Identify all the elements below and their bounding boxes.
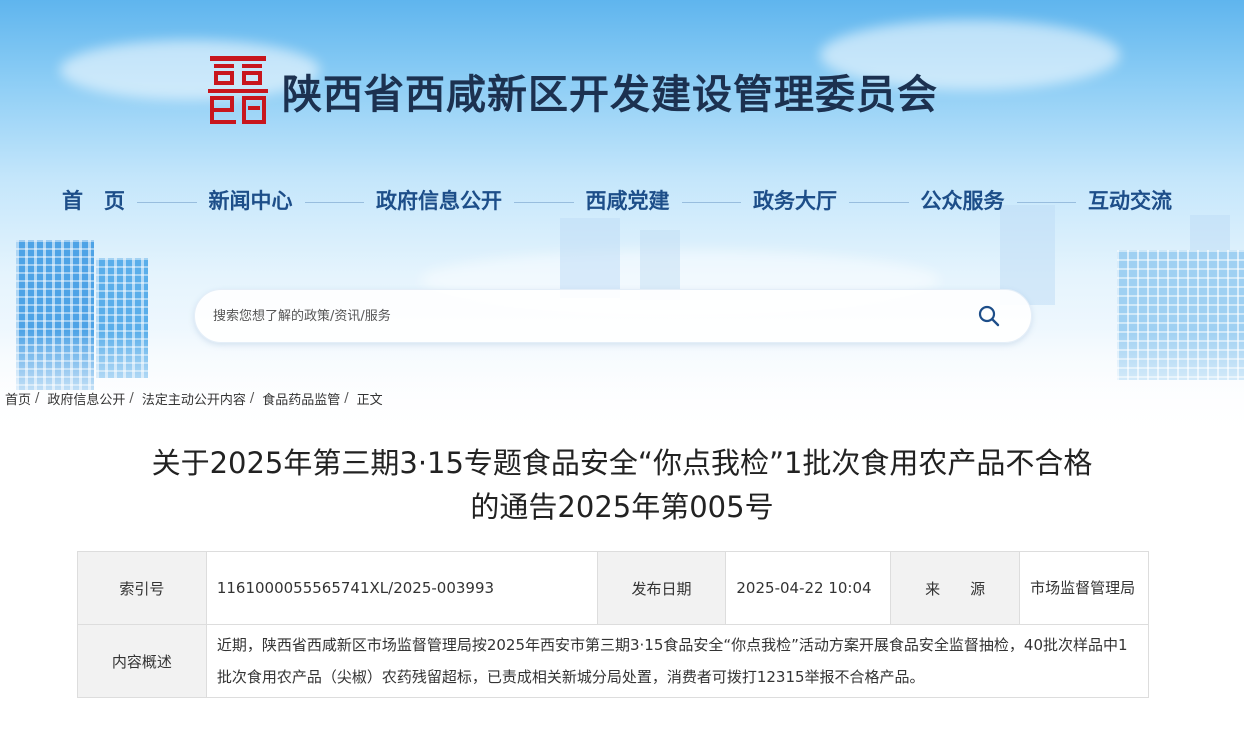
index-label: 索引号	[77, 551, 207, 625]
breadcrumb-separator: /	[344, 391, 349, 406]
nav-item-gov-info[interactable]: 政府信息公开	[376, 185, 502, 215]
nav-item-interaction[interactable]: 互动交流	[1088, 185, 1172, 215]
nav-item-public-service[interactable]: 公众服务	[921, 185, 1005, 215]
nav-divider	[849, 201, 909, 203]
nav-item-home[interactable]: 首 页	[62, 185, 125, 215]
nav-divider	[681, 201, 741, 203]
date-value: 2025-04-22 10:04	[725, 551, 892, 625]
breadcrumb-separator: /	[249, 391, 255, 406]
nav-item-news[interactable]: 新闻中心	[209, 185, 293, 215]
index-value: 1161000055565741XL/2025-003993	[205, 551, 598, 625]
article-title: 关于2025年第三期3·15专题食品安全“你点我检”1批次食用农产品不合格 的通…	[60, 441, 1184, 529]
nav-divider	[1016, 201, 1076, 203]
article-info-table: 索引号 1161000055565741XL/2025-003993 发布日期 …	[77, 551, 1150, 698]
nav-item-party[interactable]: 西咸党建	[586, 185, 670, 215]
source-value: 市场监督管理局	[1019, 551, 1149, 625]
emblem-logo-icon	[208, 56, 268, 124]
search-box	[194, 289, 1032, 343]
nav-divider	[137, 201, 197, 203]
search-input[interactable]	[213, 290, 953, 342]
breadcrumb-home[interactable]: 首页	[5, 389, 31, 408]
breadcrumb-gov-info[interactable]: 政府信息公开	[47, 389, 125, 408]
breadcrumb: 首页 / 政府信息公开 / 法定主动公开内容 / 食品药品监管 / 正文	[5, 389, 383, 408]
date-label: 发布日期	[596, 551, 727, 625]
summary-label: 内容概述	[77, 624, 207, 698]
nav-item-service-hall[interactable]: 政务大厅	[753, 185, 837, 215]
breadcrumb-separator: /	[35, 391, 40, 406]
nav-divider	[304, 201, 364, 203]
breadcrumb-current: 正文	[356, 393, 383, 408]
main-nav: 首 页 新闻中心 政府信息公开 西咸党建 政务大厅 公众服务 互动交流	[62, 183, 1172, 217]
source-label: 来 源	[890, 551, 1021, 625]
nav-divider	[514, 201, 574, 203]
search-icon[interactable]	[977, 304, 1001, 328]
site-title: 陕西省西咸新区开发建设管理委员会	[282, 72, 938, 118]
breadcrumb-statutory[interactable]: 法定主动公开内容	[142, 389, 246, 408]
article-title-line1: 关于2025年第三期3·15专题食品安全“你点我检”1批次食用农产品不合格	[151, 446, 1093, 480]
article-title-line2: 的通告2025年第005号	[470, 490, 774, 524]
breadcrumb-separator: /	[129, 391, 134, 406]
summary-value: 近期，陕西省西咸新区市场监督管理局按2025年西安市第三期3·15食品安全“你点…	[205, 624, 1150, 698]
breadcrumb-food-drug[interactable]: 食品药品监管	[262, 389, 340, 408]
